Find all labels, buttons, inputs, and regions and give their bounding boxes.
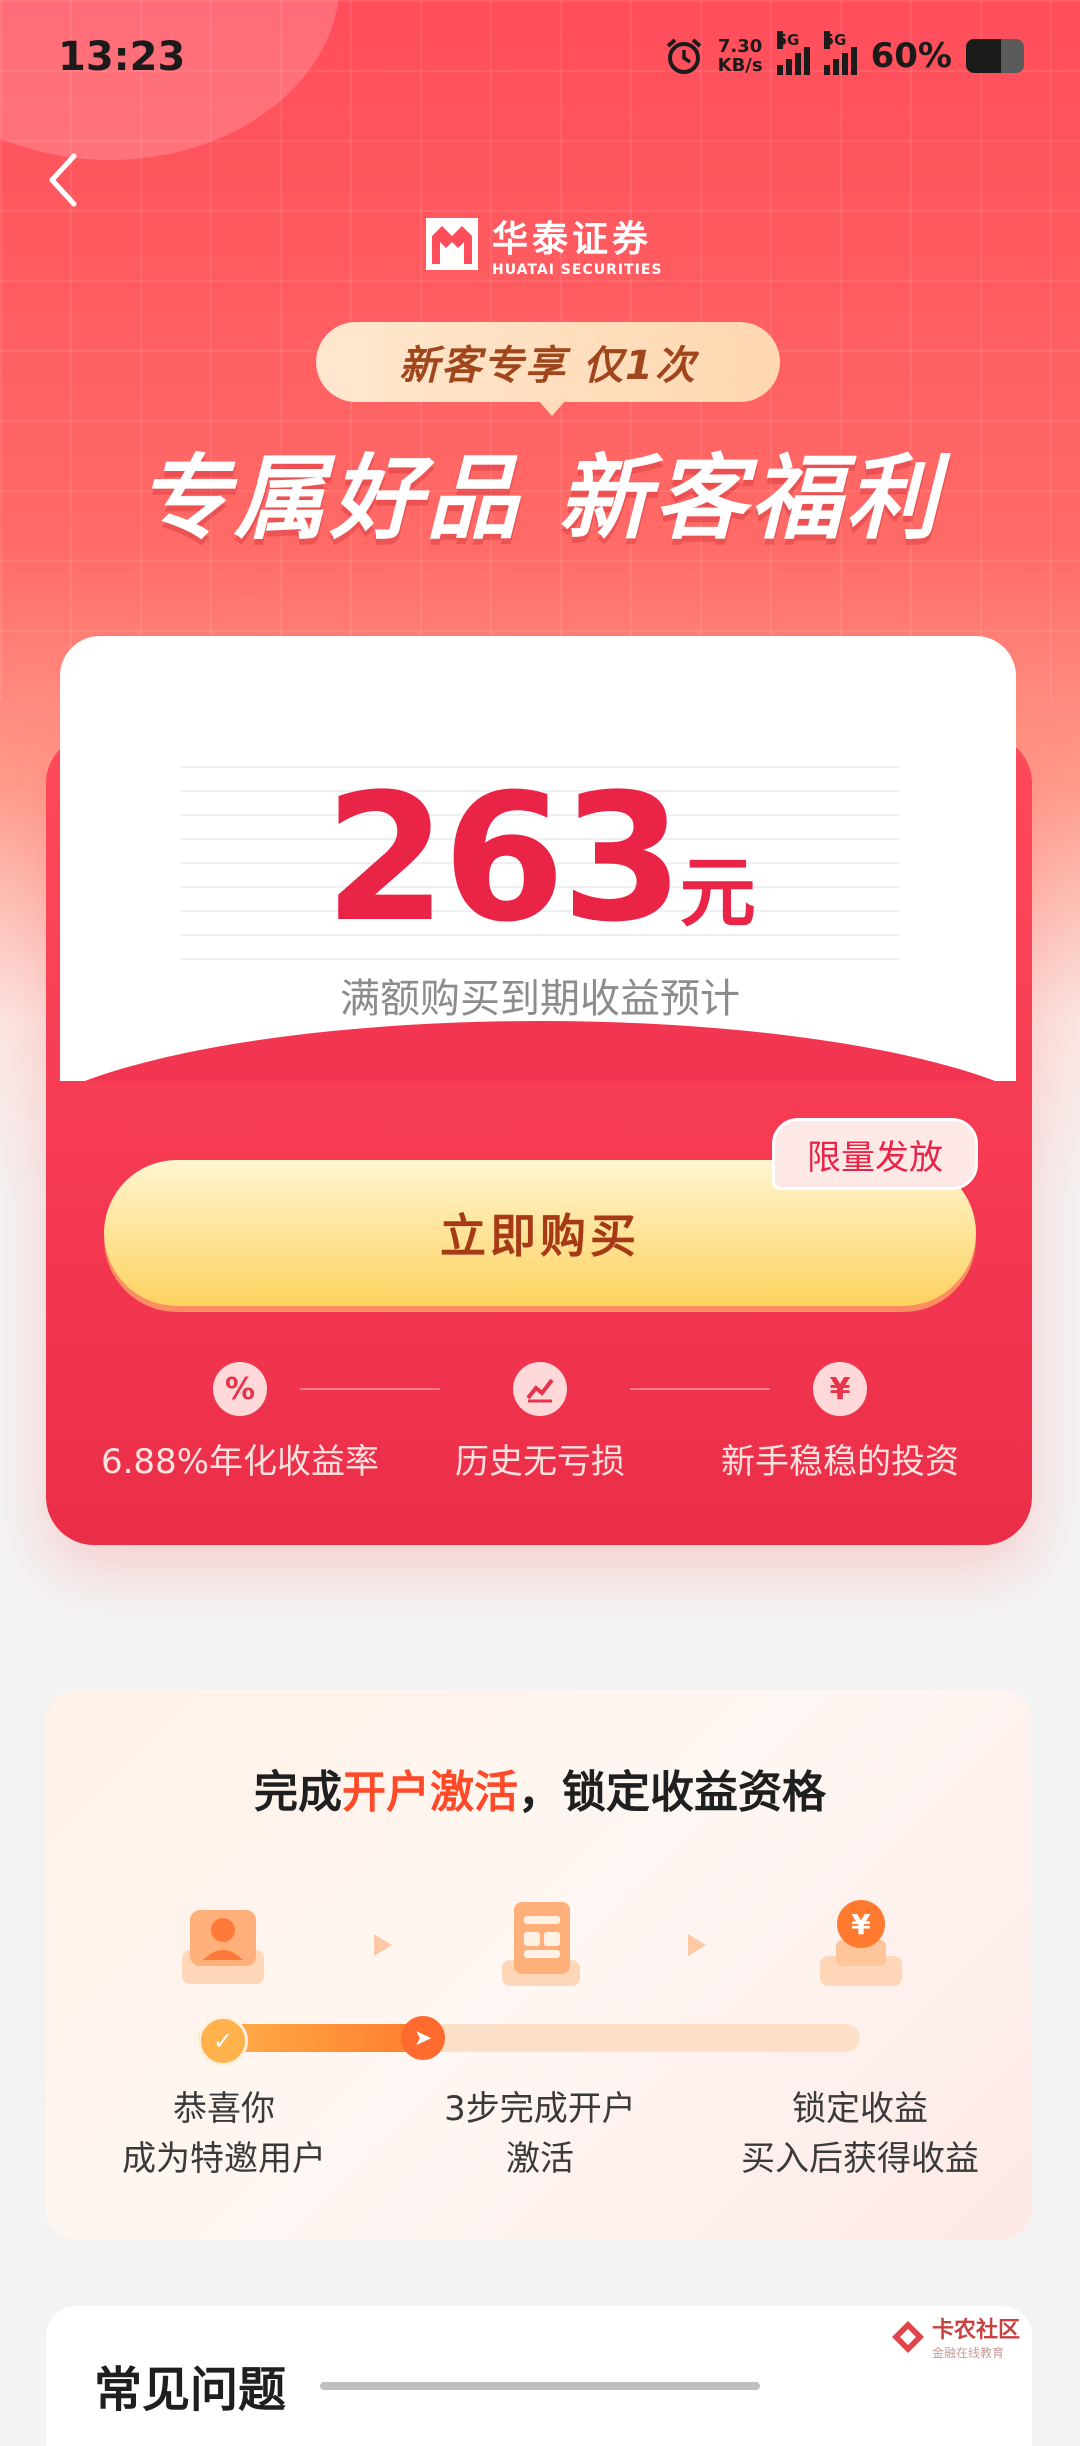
amount-panel-curve [60,1021,1016,1081]
svg-text:¥: ¥ [851,1908,871,1941]
step-2-label: 3步完成开户 激活 [380,2084,700,2184]
step-arrow-icon [688,1934,706,1956]
step-3-line1: 锁定收益 [792,2089,928,2129]
step-3-line2: 买入后获得收益 [741,2139,979,2179]
offer-amount-value: 263 [324,756,683,961]
feature-label: 6.88%年化收益率 [100,1442,379,1482]
status-time: 13:23 [58,34,186,80]
steps-title-prefix: 完成 [254,1767,342,1818]
battery-icon [966,39,1024,73]
steps-title: 完成开户激活，锁定收益资格 [0,1756,1080,1820]
step-1-line1: 恭喜你 [173,2089,275,2129]
watermark-logo-icon [891,2320,924,2353]
step-3-label: 锁定收益 买入后获得收益 [700,2084,1020,2184]
step-2-line1: 3步完成开户 [444,2089,636,2129]
offer-amount-unit: 元 [679,848,756,937]
feature-annual-yield: % 6.88%年化收益率 [90,1362,390,1483]
signal-icon-sim2: 5G [823,31,857,75]
feature-no-loss: 历史无亏损 [390,1362,690,1483]
percent-icon: % [213,1362,267,1416]
form-document-icon [502,1902,580,1986]
new-customer-pill: 新客专享 仅1次 [316,322,780,416]
runner-icon: ➤ [401,2016,445,2060]
yuan-coin-icon: ¥ [820,1900,902,1986]
check-icon: ✓ [198,2016,248,2066]
watermark-name: 卡农社区 [931,2318,1020,2343]
feature-label: 历史无亏损 [455,1442,625,1482]
battery-percent: 60% [870,36,952,76]
brand-name-en: HUATAI SECURITIES [492,262,663,278]
limited-supply-badge: 限量发放 [772,1118,978,1190]
status-bar: 13:23 7.30 KB/s 5G 5G 60% [0,0,1080,118]
feature-beginner: ¥ 新手稳稳的投资 [690,1362,990,1483]
trend-chart-icon [513,1362,567,1416]
faq-title: 常见问题 [94,2362,287,2418]
step-arrow-icon [374,1934,392,1956]
sim1-label: 5G [776,31,800,49]
page-headline: 专属好品 新客福利 [137,445,943,552]
huatai-logo-icon [426,218,478,270]
watermark: 卡农社区 金融在线教育 [890,2312,1020,2361]
back-arrow-icon[interactable] [40,150,88,210]
offer-amount-label: 满额购买到期收益预计 [340,976,740,1022]
offer-amount: 263元 [0,756,1080,961]
brand-logo: 华泰证券 HUATAI SECURITIES [424,210,662,278]
alarm-icon [666,38,701,74]
signal-icon-sim1: 5G [776,31,810,75]
status-icons: 7.30 KB/s 5G 5G 60% [664,31,1024,76]
step-1-line2: 成为特邀用户 [122,2139,326,2179]
offer-features: % 6.88%年化收益率 历史无亏损 ¥ 新手稳稳的投资 [90,1362,990,1502]
step-2-line2: 激活 [506,2139,574,2179]
user-badge-icon [182,1910,264,1984]
feature-label: 新手稳稳的投资 [721,1442,959,1482]
home-indicator[interactable] [320,2382,760,2390]
step-1-label: 恭喜你 成为特邀用户 [64,2084,384,2184]
network-speed-value: 7.30 [717,36,763,57]
network-speed: 7.30 KB/s [718,37,763,75]
money-bag-icon: ¥ [813,1362,867,1416]
watermark-sub: 金融在线教育 [931,2346,1004,2360]
network-speed-unit: KB/s [717,55,763,76]
sim2-label: 5G [823,31,847,49]
steps-title-highlight: 开户激活 [342,1767,518,1818]
steps-title-suffix: ，锁定收益资格 [518,1767,826,1818]
brand-name-cn: 华泰证券 [492,219,653,260]
